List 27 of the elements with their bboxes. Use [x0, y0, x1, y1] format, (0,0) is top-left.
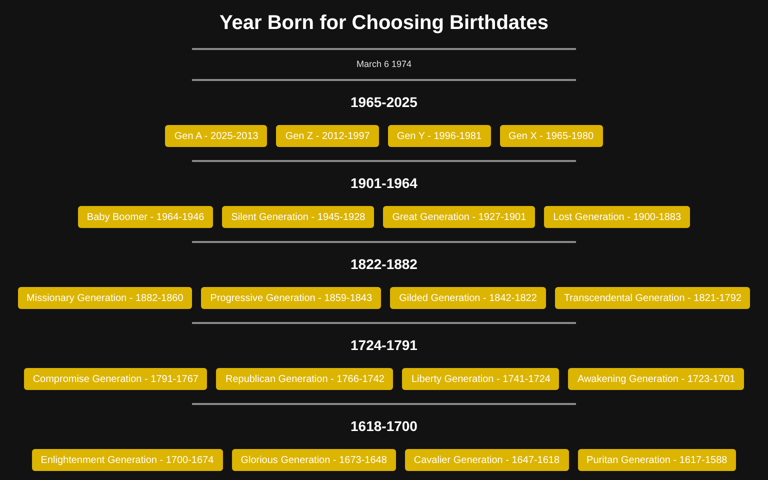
date-text: March 6 1974: [356, 58, 412, 70]
generation-button[interactable]: Liberty Generation - 1741-1724: [402, 368, 560, 390]
generation-button[interactable]: Transcendental Generation - 1821-1792: [554, 287, 750, 309]
generation-button[interactable]: Enlightenment Generation - 1700-1674: [32, 449, 223, 471]
section-heading: 1618-1700: [350, 417, 418, 436]
section-heading: 1822-1882: [350, 255, 418, 274]
section-heading: 1965-2025: [350, 93, 418, 112]
section-heading: 1901-1964: [350, 174, 418, 193]
generation-button[interactable]: Gilded Generation - 1842-1822: [390, 287, 546, 309]
generation-button[interactable]: Compromise Generation - 1791-1767: [24, 368, 208, 390]
page-title: Year Born for Choosing Birthdates: [220, 11, 548, 35]
generation-button[interactable]: Missionary Generation - 1882-1860: [18, 287, 192, 309]
generation-button[interactable]: Awakening Generation - 1723-1701: [568, 368, 744, 390]
section-heading: 1724-1791: [350, 336, 418, 355]
generation-button[interactable]: Puritan Generation - 1617-1588: [578, 449, 736, 471]
generation-button[interactable]: Republican Generation - 1766-1742: [216, 368, 394, 390]
generation-button[interactable]: Glorious Generation - 1673-1648: [232, 449, 396, 471]
generation-button[interactable]: Gen A - 2025-2013: [165, 125, 268, 147]
generation-button[interactable]: Silent Generation - 1945-1928: [222, 206, 374, 228]
generation-button[interactable]: Baby Boomer - 1964-1946: [78, 206, 214, 228]
generation-button[interactable]: Cavalier Generation - 1647-1618: [404, 449, 569, 471]
generation-button[interactable]: Gen Y - 1996-1981: [388, 125, 491, 147]
generation-button[interactable]: Lost Generation - 1900-1883: [544, 206, 690, 228]
generation-button[interactable]: Progressive Generation - 1859-1843: [201, 287, 382, 309]
generation-button[interactable]: Gen X - 1965-1980: [500, 125, 603, 147]
generation-button[interactable]: Gen Z - 2012-1997: [276, 125, 379, 147]
generation-button[interactable]: Great Generation - 1927-1901: [383, 206, 536, 228]
